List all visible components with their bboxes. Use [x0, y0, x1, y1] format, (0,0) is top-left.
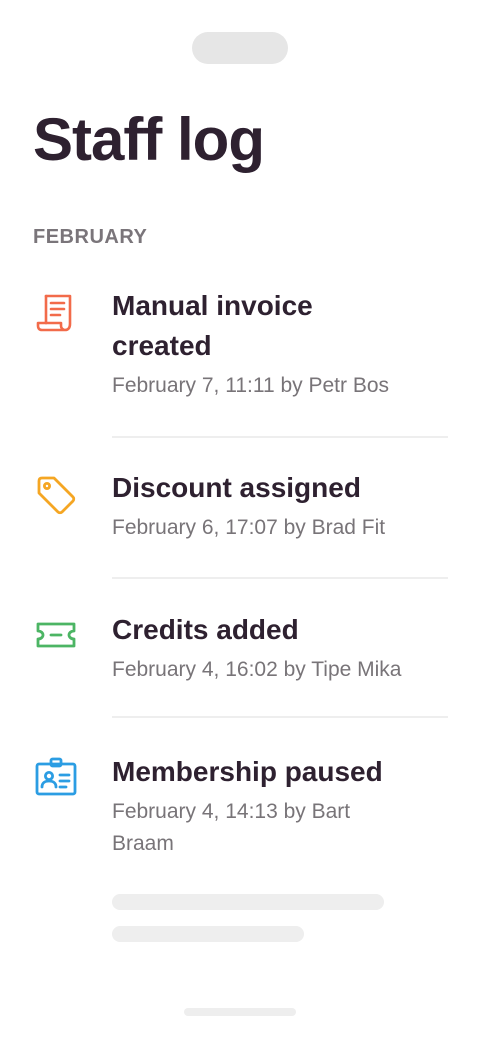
section-label: FEBRUARY [33, 226, 148, 248]
divider [112, 716, 448, 718]
entry-title: Credits added [112, 614, 299, 645]
divider [112, 577, 448, 579]
status-pill [192, 32, 288, 64]
receipt-icon [33, 290, 79, 336]
entry-title: Discount assigned [112, 472, 361, 503]
tag-icon [33, 472, 79, 518]
loading-placeholder [112, 894, 384, 910]
ticket-icon [33, 612, 79, 658]
entry-title: Membership paused [112, 756, 383, 787]
entry-title: Manual invoice created [112, 290, 313, 361]
loading-placeholder [112, 926, 304, 942]
entry-meta: February 7, 11:11 by Petr Bos [112, 374, 390, 397]
home-indicator [184, 1008, 296, 1016]
member-card-icon [33, 754, 79, 800]
divider [112, 436, 448, 438]
entry-meta: February 4, 16:02 by Tipe Mika [112, 658, 402, 681]
page-title: Staff log [33, 106, 265, 173]
entry-meta: February 4, 14:13 by Bart Braam [112, 800, 351, 855]
entry-meta: February 6, 17:07 by Brad Fit [112, 516, 386, 539]
